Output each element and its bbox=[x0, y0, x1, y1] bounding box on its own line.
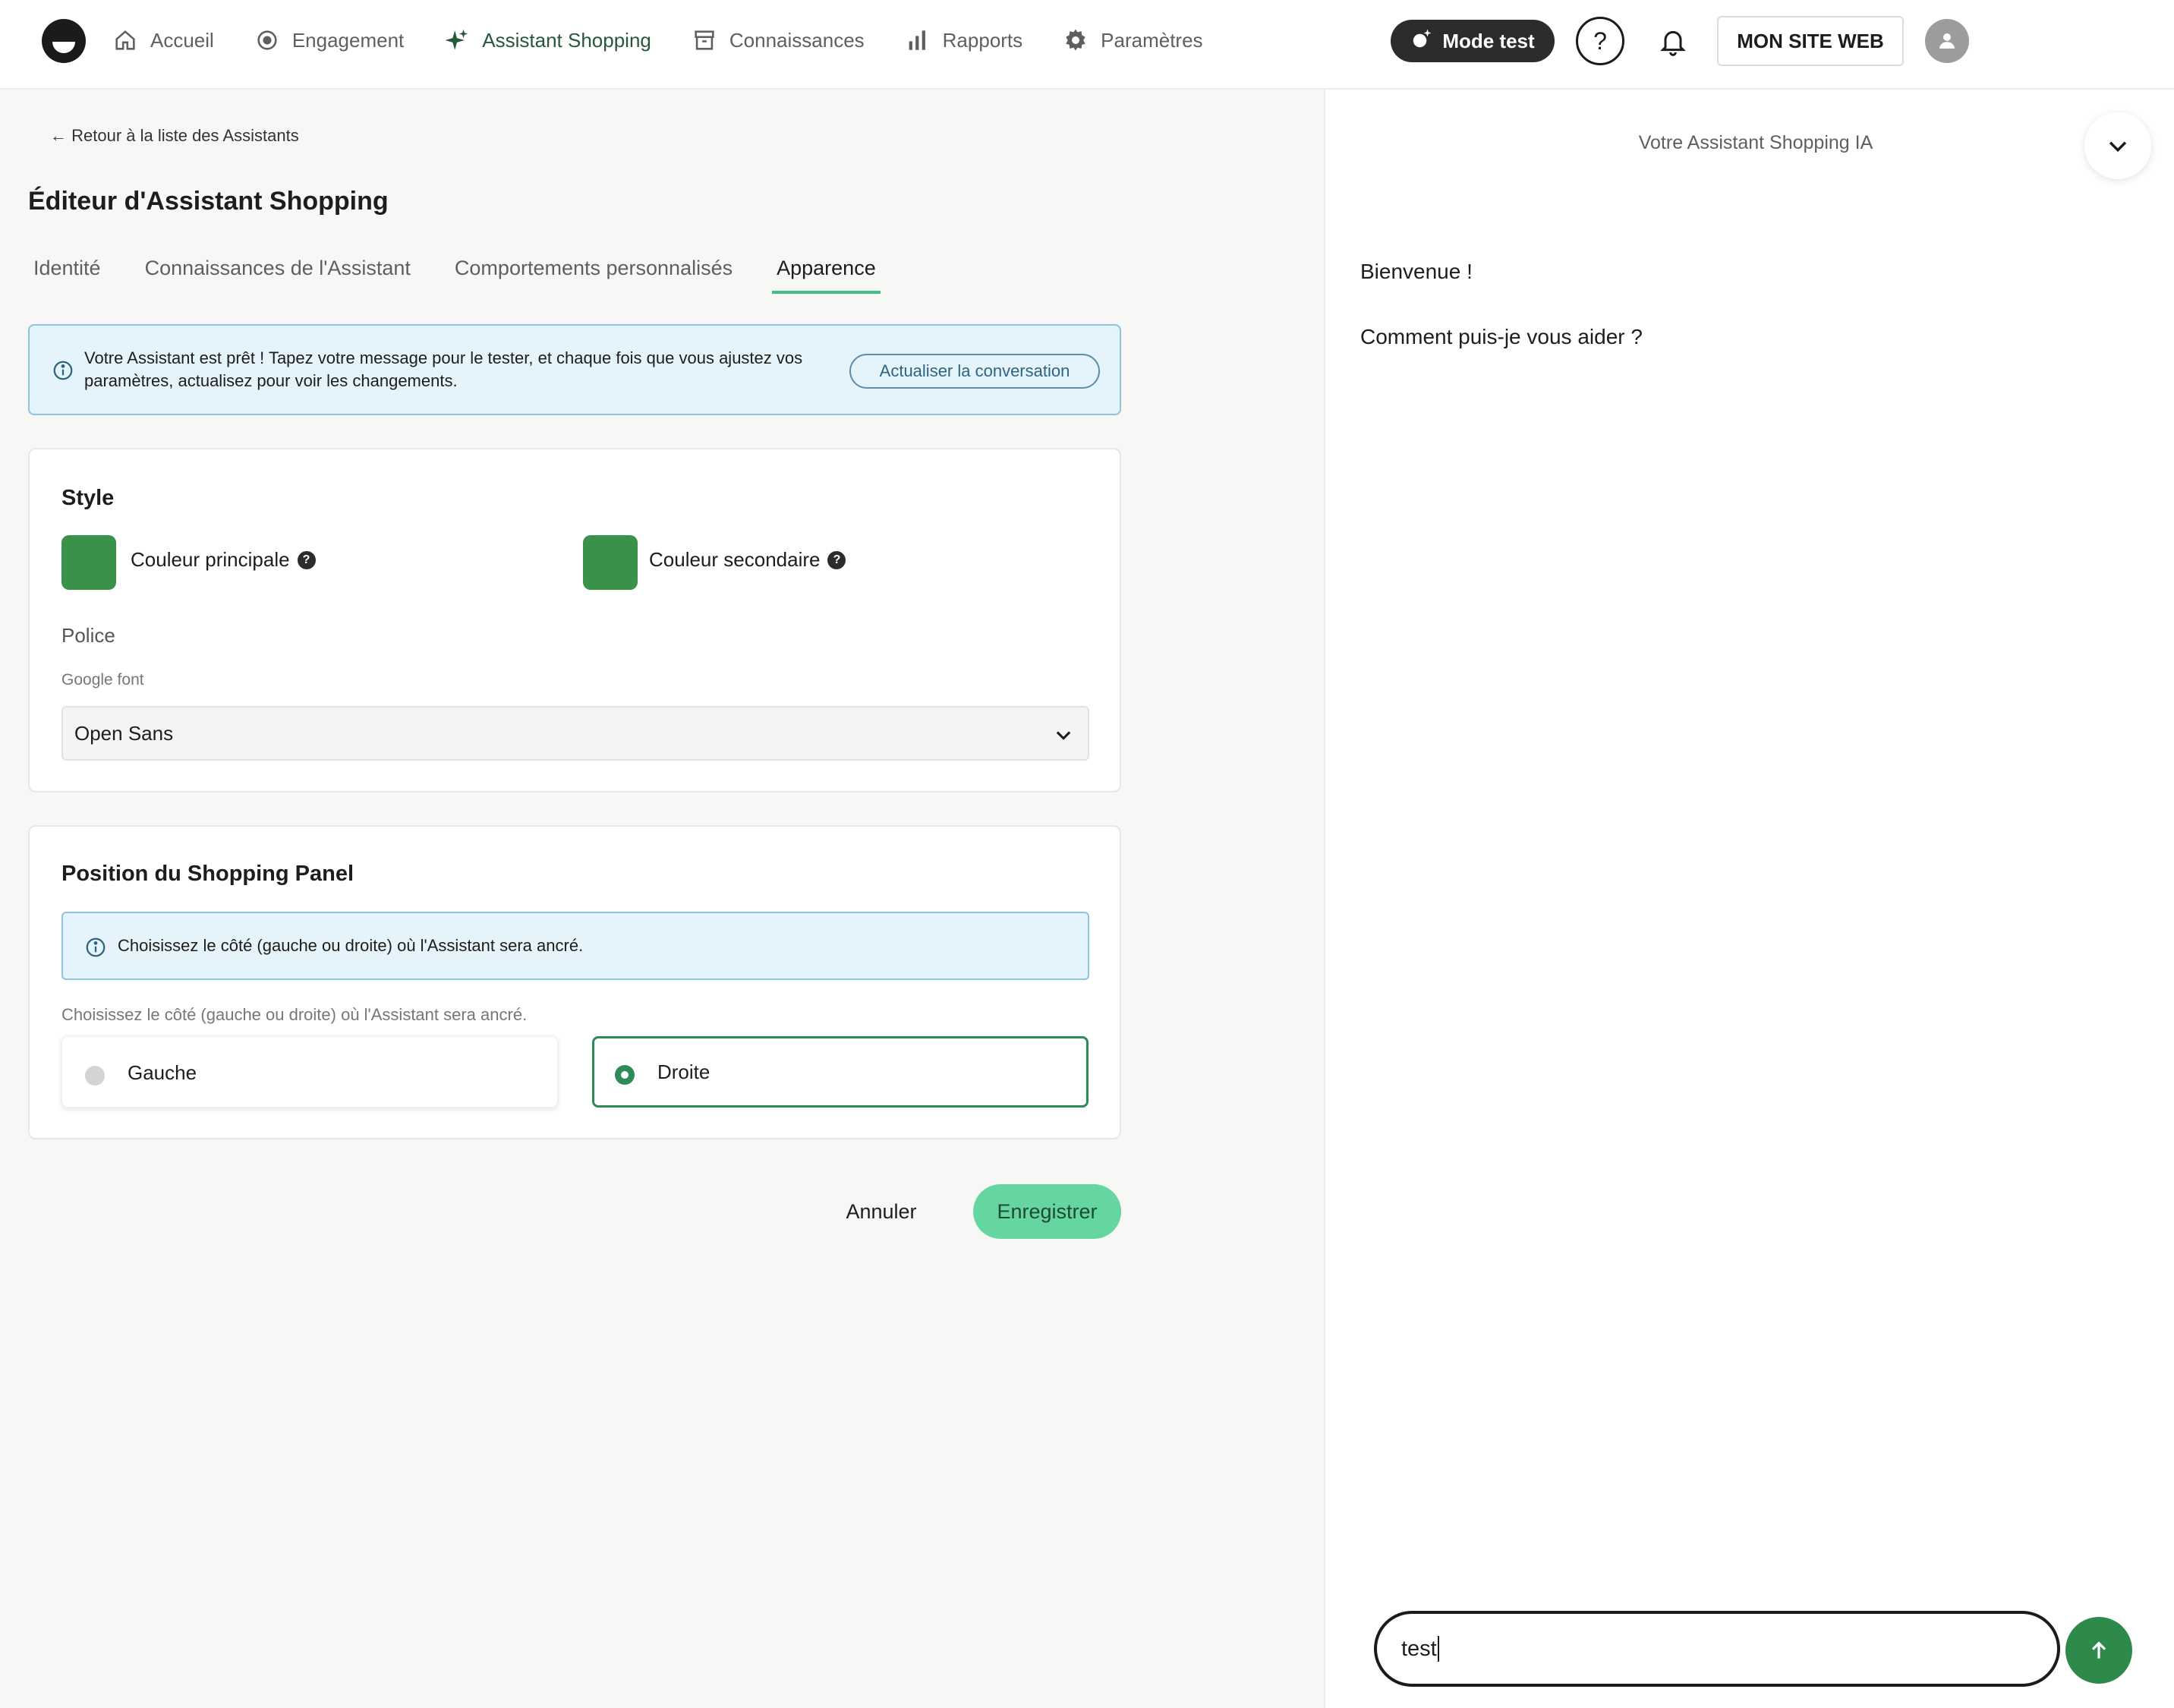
save-button[interactable]: Enregistrer bbox=[973, 1184, 1121, 1239]
primary-color-label: Couleur principale ? bbox=[131, 548, 316, 572]
bar-chart-icon bbox=[905, 27, 931, 53]
target-icon bbox=[254, 27, 280, 53]
cancel-button[interactable]: Annuler bbox=[832, 1184, 931, 1239]
chat-message: Comment puis-je vous aider ? bbox=[1360, 325, 1643, 348]
mode-test-label: Mode test bbox=[1442, 29, 1535, 52]
mode-test-button[interactable]: Mode test bbox=[1391, 20, 1555, 62]
chat-message-input[interactable]: test bbox=[1374, 1611, 2060, 1687]
user-avatar[interactable] bbox=[1925, 19, 1969, 63]
send-message-button[interactable] bbox=[2065, 1617, 2132, 1684]
info-icon bbox=[86, 938, 106, 957]
google-font-value: Open Sans bbox=[74, 721, 174, 745]
gear-icon bbox=[1063, 27, 1089, 53]
nav-item-parametres[interactable]: Paramètres bbox=[1063, 27, 1203, 53]
brand-logo[interactable] bbox=[42, 19, 86, 63]
chevron-down-icon bbox=[1056, 731, 1071, 740]
home-icon bbox=[112, 27, 138, 53]
nav-item-rapports[interactable]: Rapports bbox=[905, 27, 1023, 53]
help-tooltip-icon[interactable]: ? bbox=[827, 550, 846, 569]
tab-apparence[interactable]: Apparence bbox=[772, 257, 881, 294]
secondary-color-text: Couleur secondaire bbox=[649, 548, 821, 571]
secondary-color-swatch[interactable] bbox=[583, 535, 638, 590]
flask-icon bbox=[1410, 27, 1433, 55]
info-icon bbox=[53, 361, 73, 380]
nav-item-label: Assistant Shopping bbox=[482, 28, 651, 52]
user-icon bbox=[1939, 33, 1955, 49]
arrow-up-icon bbox=[2091, 1641, 2106, 1659]
style-title: Style bbox=[61, 486, 115, 510]
sparkle-icon bbox=[444, 27, 470, 53]
bell-icon bbox=[1660, 30, 1686, 56]
position-option-droite[interactable]: Droite bbox=[592, 1036, 1089, 1108]
tab-connaissances-assistant[interactable]: Connaissances de l'Assistant bbox=[145, 257, 411, 294]
nav-item-label: Paramètres bbox=[1101, 28, 1203, 52]
help-tooltip-icon[interactable]: ? bbox=[297, 550, 316, 569]
style-card: Style Couleur principale ? Couleur secon… bbox=[28, 448, 1121, 793]
my-website-button[interactable]: MON SITE WEB bbox=[1717, 16, 1904, 66]
primary-color-swatch[interactable] bbox=[61, 535, 116, 590]
chat-title: Votre Assistant Shopping IA bbox=[1638, 132, 1873, 153]
google-font-select[interactable]: Open Sans bbox=[61, 706, 1089, 761]
position-info-text: Choisissez le côté (gauche ou droite) où… bbox=[118, 936, 584, 955]
nav-item-accueil[interactable]: Accueil bbox=[112, 27, 214, 53]
ready-info-text: Votre Assistant est prêt ! Tapez votre m… bbox=[84, 348, 803, 390]
top-navigation-bar: Accueil Engagement Assistant Shopping Co… bbox=[0, 0, 2174, 90]
position-info-banner: Choisissez le côté (gauche ou droite) où… bbox=[61, 912, 1089, 980]
panel-position-card: Position du Shopping Panel Choisissez le… bbox=[28, 825, 1121, 1139]
editor-tabs: Identité Connaissances de l'Assistant Co… bbox=[33, 257, 881, 294]
refresh-conversation-button[interactable]: Actualiser la conversation bbox=[849, 354, 1100, 389]
nav-item-label: Connaissances bbox=[729, 28, 865, 52]
radio-unselected bbox=[85, 1066, 105, 1086]
nav-item-connaissances[interactable]: Connaissances bbox=[692, 27, 865, 53]
panel-position-title: Position du Shopping Panel bbox=[61, 862, 354, 886]
primary-color-text: Couleur principale bbox=[131, 548, 290, 571]
position-help-text: Choisissez le côté (gauche ou droite) où… bbox=[61, 1005, 528, 1024]
chat-input-value: test bbox=[1401, 1636, 1437, 1661]
nav-item-label: Engagement bbox=[291, 28, 405, 52]
chat-message: Bienvenue ! bbox=[1360, 260, 1473, 283]
google-font-label: Google font bbox=[61, 671, 144, 689]
tab-comportements-personnalises[interactable]: Comportements personnalisés bbox=[455, 257, 733, 294]
position-option-gauche[interactable]: Gauche bbox=[61, 1036, 558, 1108]
page-title: Éditeur d'Assistant Shopping bbox=[28, 187, 389, 216]
position-option-label: Gauche bbox=[128, 1061, 197, 1084]
ready-info-banner: Votre Assistant est prêt ! Tapez votre m… bbox=[28, 324, 1121, 415]
radio-selected bbox=[615, 1065, 635, 1085]
police-label: Police bbox=[61, 624, 115, 647]
assistant-chat-panel: Votre Assistant Shopping IA Bienvenue ! … bbox=[1324, 90, 2174, 1708]
nav-item-assistant-shopping[interactable]: Assistant Shopping bbox=[444, 27, 651, 53]
chevron-down-icon bbox=[2109, 141, 2127, 153]
main-nav: Accueil Engagement Assistant Shopping Co… bbox=[112, 0, 1203, 80]
nav-item-engagement[interactable]: Engagement bbox=[254, 27, 404, 53]
tab-identite[interactable]: Identité bbox=[33, 257, 101, 294]
back-to-assistants-link[interactable]: ← Retour à la liste des Assistants bbox=[50, 126, 299, 146]
secondary-color-label: Couleur secondaire ? bbox=[649, 548, 846, 572]
position-option-label: Droite bbox=[657, 1060, 710, 1083]
archive-icon bbox=[692, 27, 717, 53]
help-button[interactable]: ? bbox=[1576, 17, 1624, 65]
nav-item-label: Rapports bbox=[942, 28, 1023, 52]
text-caret bbox=[1437, 1636, 1439, 1662]
notifications-button[interactable] bbox=[1655, 23, 1691, 59]
nav-item-label: Accueil bbox=[150, 28, 214, 52]
collapse-chat-button[interactable] bbox=[2084, 112, 2151, 179]
